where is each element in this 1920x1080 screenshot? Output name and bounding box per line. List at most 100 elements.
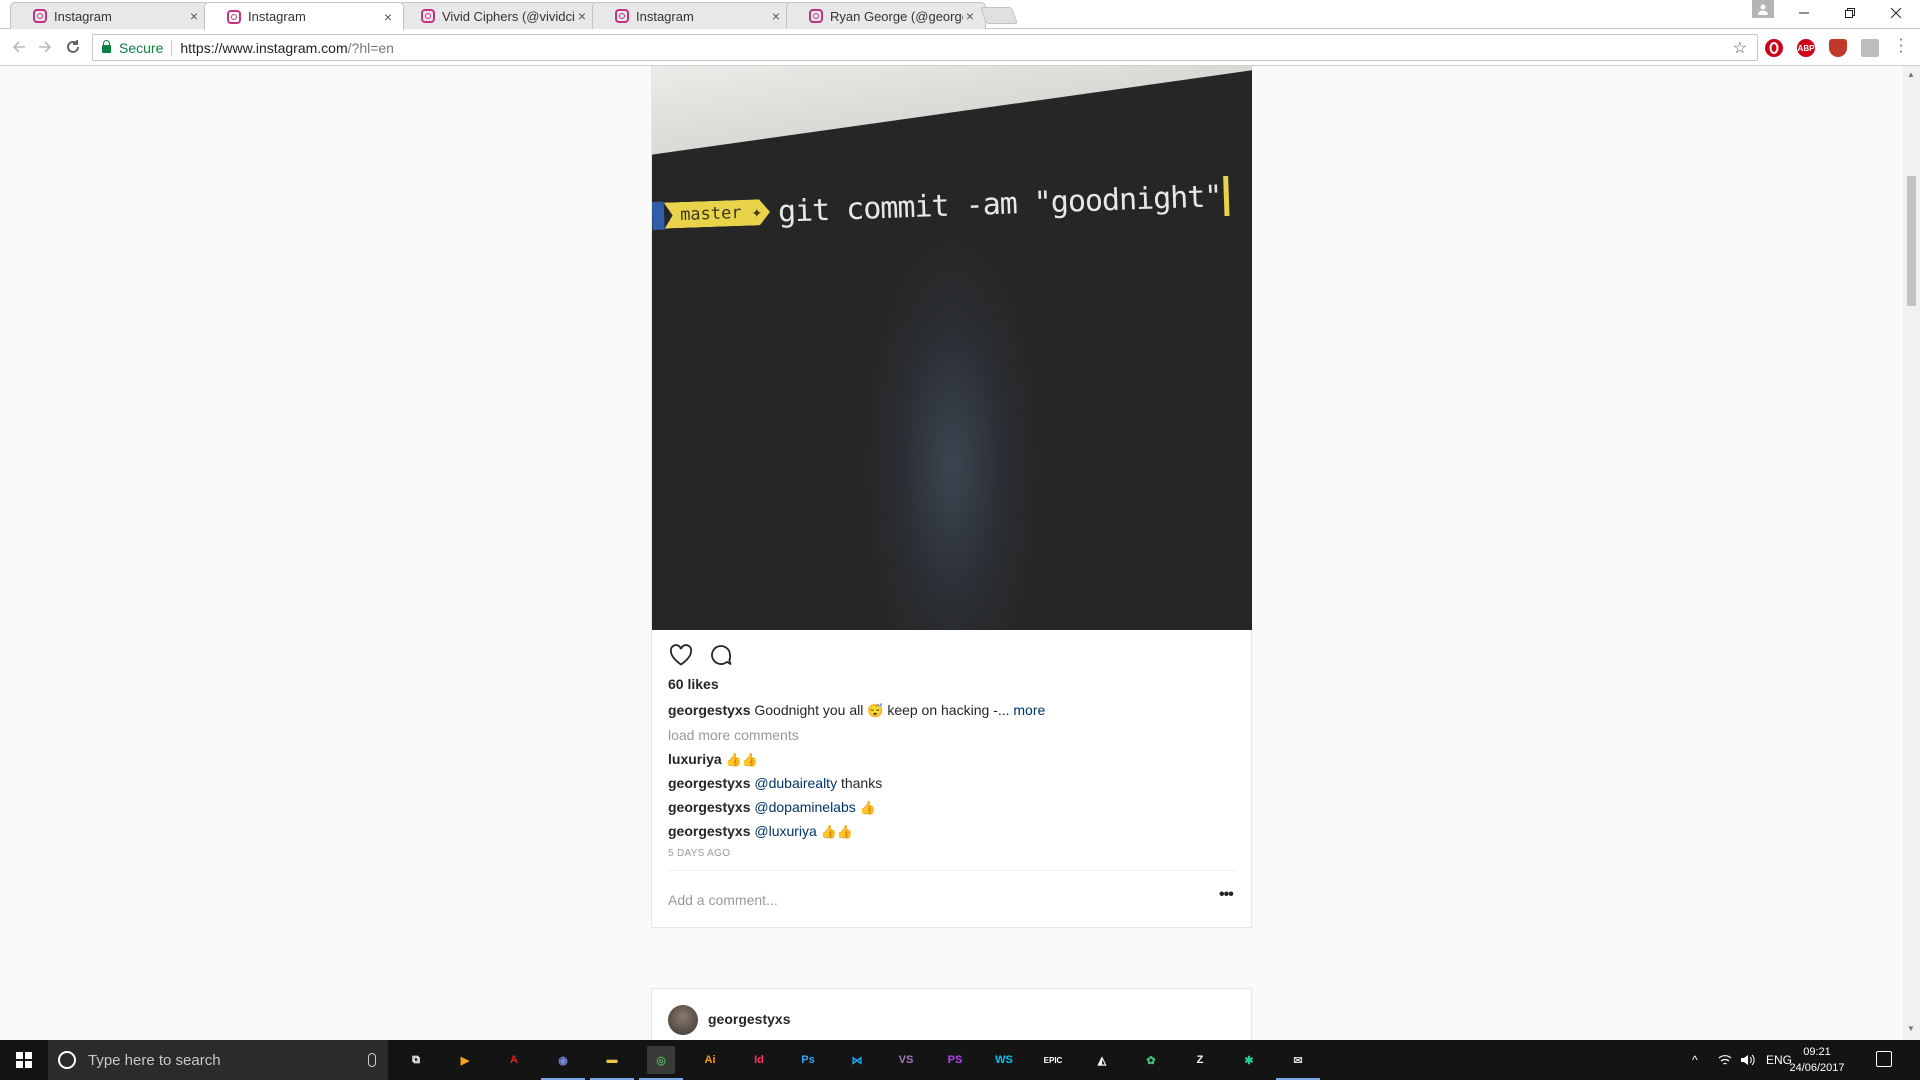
address-bar[interactable]: Secure https://www.instagram.com/?hl=en … — [92, 34, 1758, 61]
comment-bubble-icon[interactable] — [708, 642, 734, 668]
like-heart-icon[interactable] — [668, 642, 694, 668]
action-center-icon[interactable] — [1876, 1051, 1892, 1067]
instagram-post: master ✦ git commit -am "goodnight" 60 l… — [651, 66, 1252, 928]
minimize-icon[interactable] — [1781, 0, 1827, 26]
unity-icon[interactable]: ◭ — [1088, 1046, 1116, 1074]
instagram-favicon-icon — [615, 9, 629, 23]
post-actions — [668, 642, 734, 668]
close-window-icon[interactable] — [1873, 0, 1919, 26]
comment-mention[interactable]: @dopaminelabs — [754, 799, 855, 815]
add-comment-input[interactable]: Add a comment... — [668, 892, 778, 908]
new-tab-button[interactable] — [979, 7, 1019, 24]
wifi-icon[interactable] — [1718, 1040, 1732, 1080]
adblock-plus-icon[interactable]: ABP — [1797, 39, 1815, 57]
post-photo[interactable]: master ✦ git commit -am "goodnight" — [652, 66, 1252, 630]
secure-label: Secure — [119, 39, 173, 56]
comment-mention[interactable]: @dubairealty — [754, 775, 837, 791]
comment-username[interactable]: georgestyxs — [668, 799, 750, 815]
microphone-icon[interactable] — [368, 1053, 376, 1067]
thumbs-up-emoji-icon: 👍👍 — [725, 752, 758, 767]
illustrator-icon[interactable]: Ai — [696, 1046, 724, 1074]
tab-close-icon[interactable]: × — [769, 8, 783, 24]
media-player-icon[interactable]: ▶ — [451, 1046, 479, 1074]
comment-username[interactable]: georgestyxs — [668, 775, 750, 791]
browser-tab[interactable]: Vivid Ciphers (@vividciph × — [398, 2, 598, 29]
sourcetree-icon[interactable]: ✱ — [1235, 1046, 1263, 1074]
post-options-icon[interactable]: ••• — [1219, 886, 1234, 904]
windows-start-button[interactable] — [0, 1040, 48, 1080]
reload-icon[interactable] — [62, 36, 84, 58]
tab-close-icon[interactable]: × — [187, 8, 201, 24]
webstorm-icon[interactable]: WS — [990, 1046, 1018, 1074]
browser-tab-active[interactable]: Instagram × — [204, 2, 404, 30]
restore-icon[interactable] — [1827, 0, 1873, 26]
next-post-username[interactable]: georgestyxs — [708, 1011, 790, 1027]
phpstorm-icon[interactable]: PS — [941, 1046, 969, 1074]
photo-terminal-bar — [652, 66, 1252, 156]
gitkraken-icon[interactable]: ✿ — [1137, 1046, 1165, 1074]
prompt-segment — [652, 201, 665, 231]
photo-terminal-prompt: master ✦ git commit -am "goodnight" — [652, 175, 1230, 236]
zbrush-icon[interactable]: Z — [1186, 1046, 1214, 1074]
discord-icon[interactable]: ◉ — [549, 1046, 577, 1074]
scroll-down-arrow-icon[interactable]: ▼ — [1907, 1024, 1915, 1033]
task-view-icon[interactable]: ⧉ — [402, 1046, 430, 1074]
page-scrollbar[interactable]: ▲ ▼ — [1903, 66, 1920, 1040]
comment-username[interactable]: georgestyxs — [668, 823, 750, 839]
windows-taskbar: Type here to search ⧉ ▶ A ◉ ▬ ◎ Ai Id Ps ⋈ VS PS WS E… — [0, 1040, 1920, 1080]
tab-title: Ryan George (@georges — [830, 8, 963, 24]
opera-icon[interactable] — [1765, 39, 1783, 57]
visual-studio-icon[interactable]: VS — [892, 1046, 920, 1074]
comment-divider — [668, 870, 1236, 871]
caption-rest: keep on hacking -... — [887, 702, 1010, 718]
back-arrow-icon[interactable] — [8, 36, 30, 58]
post-caption: georgestyxs Goodnight you all 😴 keep on … — [668, 702, 1045, 719]
comment-mention[interactable]: @luxuriya — [754, 823, 816, 839]
acrobat-icon[interactable]: A — [500, 1046, 528, 1074]
browser-tab[interactable]: Ryan George (@georges × — [786, 2, 986, 29]
browser-tab[interactable]: Instagram × — [592, 2, 792, 29]
tab-close-icon[interactable]: × — [575, 8, 589, 24]
ublock-shield-icon[interactable] — [1829, 39, 1847, 57]
comment-username[interactable]: luxuriya — [668, 751, 722, 767]
taskbar-clock[interactable]: 09:21 24/06/2017 — [1782, 1044, 1852, 1076]
bookmark-star-icon[interactable]: ☆ — [1733, 38, 1747, 58]
instagram-favicon-icon — [227, 9, 241, 24]
pdf-extension-icon[interactable] — [1861, 39, 1879, 57]
tab-title: Instagram — [636, 8, 694, 24]
profile-icon[interactable] — [1752, 0, 1774, 18]
taskbar-search-box[interactable]: Type here to search — [48, 1040, 388, 1080]
url-host: https://www.instagram.com — [180, 39, 348, 56]
browser-menu-icon[interactable]: · · · — [1896, 32, 1906, 60]
scroll-thumb[interactable] — [1907, 176, 1916, 306]
instagram-favicon-icon — [33, 9, 47, 23]
photo-command-text: git commit -am "goodnight" — [777, 178, 1222, 230]
vscode-icon[interactable]: ⋈ — [843, 1046, 871, 1074]
photoshop-icon[interactable]: Ps — [794, 1046, 822, 1074]
mail-icon[interactable]: ✉ — [1284, 1046, 1312, 1074]
url-path: /?hl=en — [347, 39, 394, 56]
forward-arrow-icon[interactable] — [34, 36, 56, 58]
chrome-icon[interactable]: ◎ — [647, 1046, 675, 1074]
indesign-icon[interactable]: Id — [745, 1046, 773, 1074]
browser-tab[interactable]: Instagram × — [10, 2, 210, 29]
comment-row: georgestyxs @dopaminelabs 👍 — [668, 799, 876, 816]
caption-username[interactable]: georgestyxs — [668, 702, 750, 718]
tab-title: Instagram — [248, 9, 306, 24]
likes-count[interactable]: 60 likes — [668, 676, 719, 692]
load-more-comments-link[interactable]: load more comments — [668, 727, 799, 743]
thumbs-up-emoji-icon: 👍👍 — [820, 824, 854, 839]
post-timestamp[interactable]: 5 DAYS AGO — [668, 848, 730, 859]
tray-overflow-icon[interactable]: ^ — [1692, 1040, 1698, 1080]
epic-games-icon[interactable]: EPIC — [1039, 1046, 1067, 1074]
lock-icon — [102, 40, 111, 53]
tab-close-icon[interactable]: × — [963, 8, 977, 24]
volume-icon[interactable] — [1740, 1040, 1756, 1080]
clock-time: 09:21 — [1803, 1046, 1831, 1058]
photo-branch-label: master ✦ — [664, 199, 771, 229]
avatar[interactable] — [668, 1005, 698, 1035]
tab-close-icon[interactable]: × — [381, 9, 395, 25]
caption-more-link[interactable]: more — [1013, 702, 1045, 718]
scroll-up-arrow-icon[interactable]: ▲ — [1907, 70, 1915, 79]
file-explorer-icon[interactable]: ▬ — [598, 1046, 626, 1074]
